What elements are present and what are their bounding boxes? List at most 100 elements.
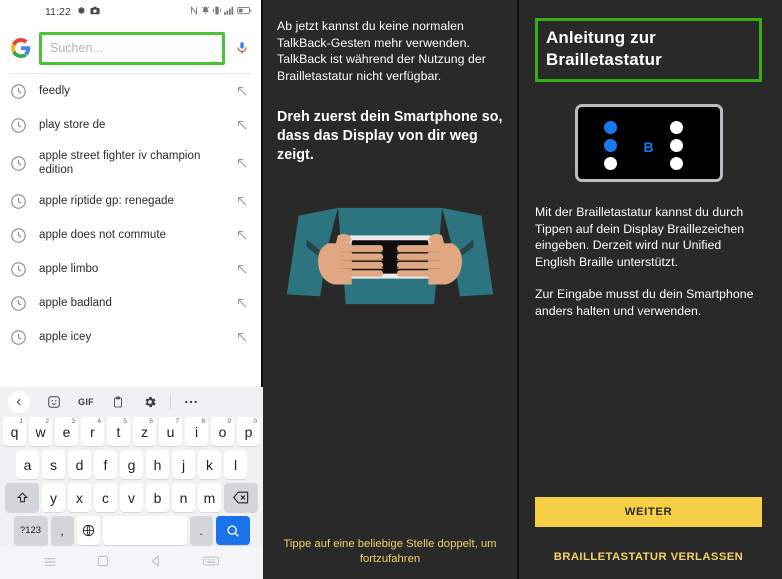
braille-dot-5 [669,139,683,152]
key-h[interactable]: h [146,450,169,479]
keyboard-row-3: y x c v b n m [0,481,263,514]
double-tap-hint: Tippe auf eine beliebige Stelle doppelt,… [283,538,497,565]
braille-description-paragraph-1: Mit der Brailletastatur kannst du durch … [535,205,745,269]
key-label: e [62,423,71,440]
key-label: n [179,489,188,506]
backspace-key[interactable] [224,483,258,512]
braille-dot-4 [669,121,683,134]
key-k[interactable]: k [198,450,221,479]
status-bar: 11:22 [0,0,261,23]
list-item[interactable]: play store de [0,108,261,142]
sticker-icon[interactable] [38,391,70,413]
key-d[interactable]: d [68,450,91,479]
gif-icon[interactable]: GIF [70,391,102,413]
page-title-focus-box[interactable]: Anleitung zur Brailletastatur [535,18,762,82]
microphone-icon[interactable] [233,39,251,57]
list-item[interactable]: feedly [0,74,261,108]
history-clock-icon [10,193,27,210]
back-icon[interactable] [149,554,167,572]
shift-key[interactable] [5,483,39,512]
exit-braille-keyboard-button[interactable]: BRAILLETASTATUR VERLASSEN [519,551,778,563]
keyboard-icon[interactable] [203,554,221,572]
key-j[interactable]: j [172,450,195,479]
key-e[interactable]: 3e [55,417,78,446]
more-options-icon[interactable] [175,391,207,413]
key-y[interactable]: y [42,483,65,512]
insert-arrow-icon[interactable] [235,262,249,276]
key-i[interactable]: 8i [185,417,208,446]
key-label: c [102,489,109,506]
key-p[interactable]: 0p [237,417,260,446]
gif-label: GIF [78,397,94,407]
key-a[interactable]: a [16,450,39,479]
braille-description-paragraph-2: Zur Eingabe musst du dein Smartphone and… [535,287,754,318]
key-o[interactable]: 9o [211,417,234,446]
search-enter-key[interactable] [215,516,250,545]
key-t[interactable]: 5t [107,417,130,446]
clipboard-icon[interactable] [102,391,134,413]
insert-arrow-icon[interactable] [235,194,249,208]
battery-icon [237,6,252,17]
comma-key[interactable]: , [50,516,74,545]
continue-button[interactable]: WEITER [535,497,762,527]
comma-label: , [60,523,64,538]
insert-arrow-icon[interactable] [235,330,249,344]
key-c[interactable]: c [94,483,117,512]
history-clock-icon [10,227,27,244]
person-holding-phone-illustration [277,187,503,322]
back-chevron-icon[interactable] [8,391,30,413]
key-label: h [153,456,162,473]
history-clock-icon [10,261,27,278]
key-v[interactable]: v [120,483,143,512]
key-f[interactable]: f [94,450,117,479]
space-key[interactable] [102,516,187,545]
insert-arrow-icon[interactable] [235,118,249,132]
period-label: . [199,523,203,538]
key-w[interactable]: 2w [29,417,52,446]
android-navigation-bar [0,547,263,579]
key-r[interactable]: 4r [81,417,104,446]
key-number: 6 [149,418,153,425]
key-q[interactable]: 1q [3,417,26,446]
key-m[interactable]: m [198,483,221,512]
insert-arrow-icon[interactable] [235,228,249,242]
insert-arrow-icon[interactable] [235,156,249,170]
key-number: 9 [227,418,231,425]
key-x[interactable]: x [68,483,91,512]
signal-icon [224,6,234,17]
key-u[interactable]: 7u [159,417,182,446]
screenshot-root: 11:22 Suchen... feedly play store de app… [0,0,782,579]
braille-letter-label: B [643,139,654,155]
key-s[interactable]: s [42,450,65,479]
camera-icon [90,6,100,17]
home-icon[interactable] [96,554,114,572]
insert-arrow-icon[interactable] [235,84,249,98]
key-label: u [166,423,175,440]
key-label: a [23,456,32,473]
list-item[interactable]: apple limbo [0,252,261,286]
key-z[interactable]: 6z [133,417,156,446]
key-number: 8 [201,418,205,425]
period-key[interactable]: . [189,516,213,545]
key-g[interactable]: g [120,450,143,479]
search-input[interactable]: Suchen... [39,31,225,65]
suggestion-label: apple street fighter iv champion edition [39,150,201,176]
key-n[interactable]: n [172,483,195,512]
list-item[interactable]: apple badland [0,286,261,320]
list-item[interactable]: apple riptide gp: renegade [0,184,261,218]
symbols-key[interactable]: ?123 [13,516,48,545]
list-item[interactable]: apple icey [0,320,261,354]
globe-key[interactable] [76,516,100,545]
status-bar-right [190,6,252,17]
nfc-icon [190,6,198,17]
list-item[interactable]: apple street fighter iv champion edition [0,142,261,184]
suggestion-label: apple does not commute [39,229,167,241]
vibrate-icon [213,6,221,17]
settings-gear-icon[interactable] [134,391,166,413]
middle-panel-talkback-instructions: Ab jetzt kannst du keine normalen TalkBa… [263,0,519,579]
key-b[interactable]: b [146,483,169,512]
insert-arrow-icon[interactable] [235,296,249,310]
menu-icon[interactable] [42,554,60,572]
key-l[interactable]: l [224,450,247,479]
list-item[interactable]: apple does not commute [0,218,261,252]
